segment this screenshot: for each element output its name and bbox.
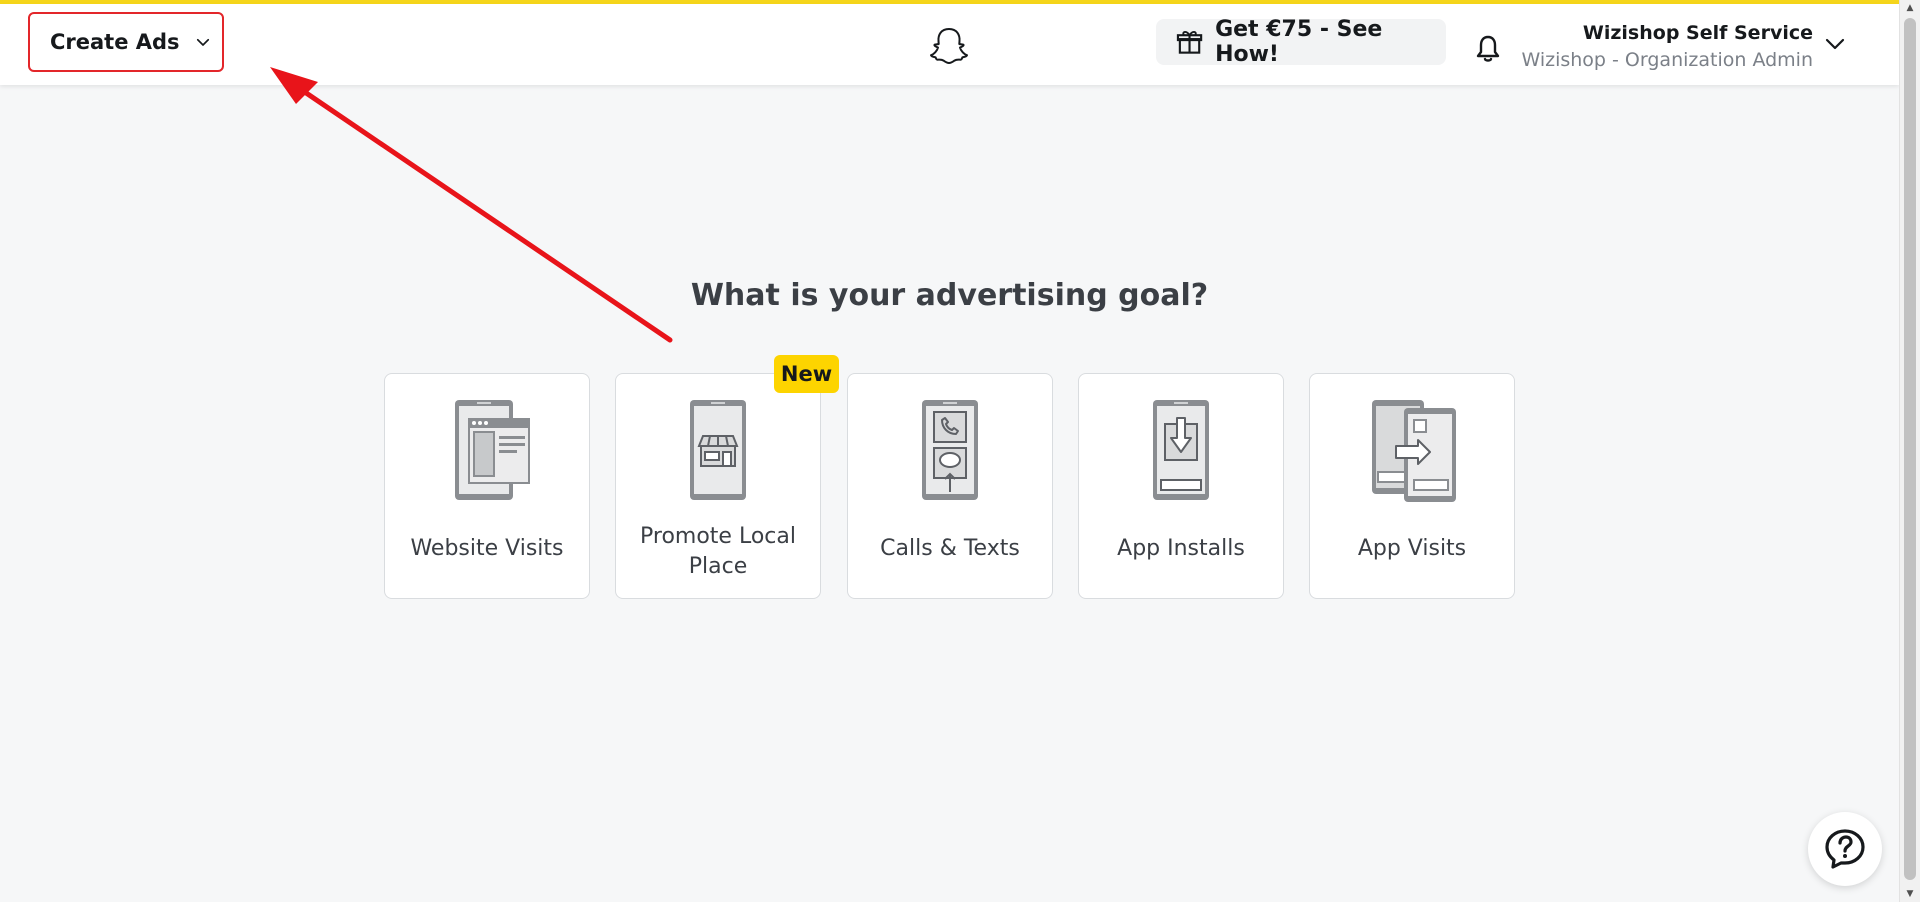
app-installs-icon xyxy=(1153,400,1209,500)
local-place-icon xyxy=(690,400,746,500)
card-label: App Visits xyxy=(1357,536,1467,561)
goal-card-app-installs[interactable]: App Installs xyxy=(1078,373,1284,599)
page-title: What is your advertising goal? xyxy=(690,278,1209,313)
scroll-down-arrow-icon[interactable]: ▼ xyxy=(1900,886,1920,902)
account-name: Wizishop Self Service xyxy=(1582,22,1813,44)
goal-card-website-visits[interactable]: Website Visits xyxy=(384,373,590,599)
account-chevron-down-icon[interactable] xyxy=(1823,32,1847,56)
scroll-up-arrow-icon[interactable]: ▲ xyxy=(1900,0,1920,16)
calls-texts-icon xyxy=(922,400,978,500)
create-ads-button[interactable]: Create Ads xyxy=(28,12,224,72)
help-button[interactable] xyxy=(1808,812,1882,886)
create-ads-label: Create Ads xyxy=(50,30,180,54)
goal-card-app-visits[interactable]: App Visits xyxy=(1309,373,1515,599)
goal-card-calls-texts[interactable]: Calls & Texts xyxy=(847,373,1053,599)
account-menu[interactable]: Wizishop Self Service Wizishop - Organiz… xyxy=(1521,20,1813,74)
help-question-icon xyxy=(1825,829,1865,869)
vertical-scrollbar[interactable]: ▲ ▼ xyxy=(1899,0,1920,902)
card-label: Calls & Texts xyxy=(880,536,1020,561)
notification-bell-icon[interactable] xyxy=(1474,34,1502,64)
goal-card-promote-local-place[interactable]: Promote Local Place xyxy=(615,373,821,599)
promo-label: Get €75 - See How! xyxy=(1215,17,1383,67)
new-badge: New xyxy=(774,355,839,393)
promo-button[interactable]: Get €75 - See How! xyxy=(1156,17,1446,67)
scrollbar-thumb[interactable] xyxy=(1904,18,1916,880)
gift-icon xyxy=(1176,31,1203,54)
website-visits-icon xyxy=(455,400,530,500)
chevron-down-icon xyxy=(196,38,209,46)
account-role: Wizishop - Organization Admin xyxy=(1521,49,1813,71)
card-label: App Installs xyxy=(1117,536,1245,561)
card-label: Website Visits xyxy=(410,536,564,561)
app-visits-icon xyxy=(1372,400,1456,502)
top-header: Create Ads Get €75 - See How! Wizishop S… xyxy=(0,4,1899,85)
snapchat-ghost-icon[interactable] xyxy=(928,26,970,66)
card-label: Promote Local Place xyxy=(640,524,796,579)
